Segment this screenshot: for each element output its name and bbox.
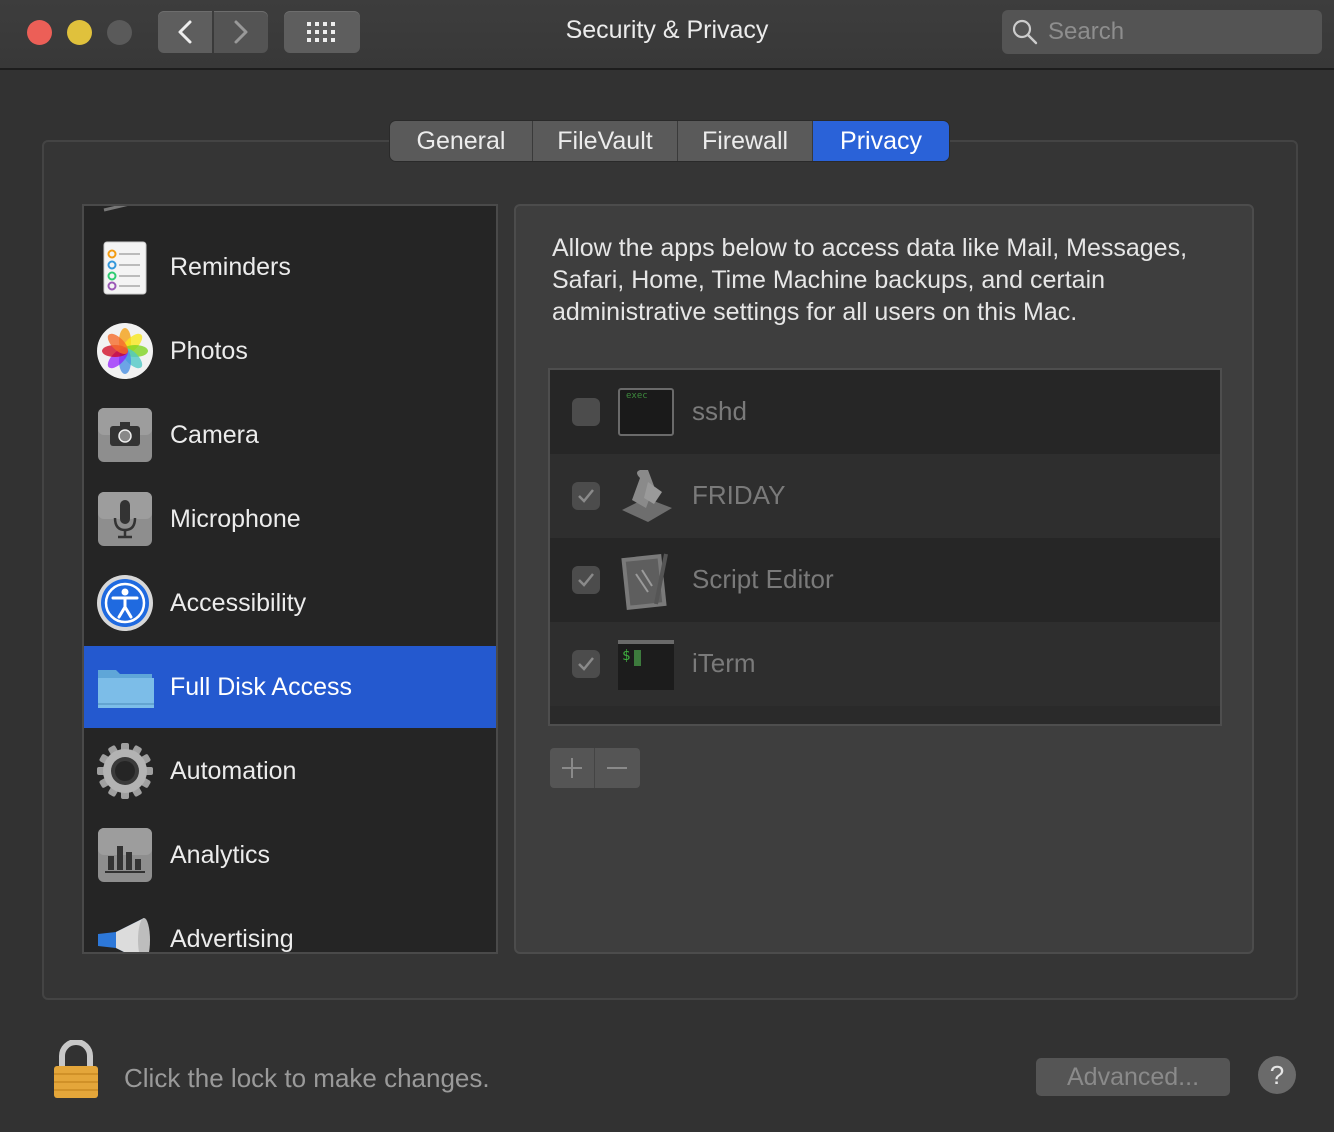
tab-filevault[interactable]: FileVault [533, 121, 678, 161]
app-name: sshd [692, 396, 747, 426]
app-row-script-editor[interactable]: Script Editor [550, 538, 1220, 622]
accessibility-icon [97, 575, 153, 631]
title-bar: Security & Privacy [0, 0, 1334, 70]
lock-status-text: Click the lock to make changes. [124, 1063, 490, 1093]
app-checkbox[interactable] [572, 566, 600, 594]
exec-icon: exec [618, 388, 674, 436]
search-field[interactable] [1002, 10, 1322, 54]
tab-privacy[interactable]: Privacy [813, 121, 949, 161]
sidebar-item-label: Advertising [170, 924, 294, 953]
checkmark-icon [578, 657, 594, 671]
megaphone-icon [98, 918, 150, 952]
panel-description: Allow the apps below to access data like… [552, 234, 1188, 326]
reminders-icon [103, 241, 147, 295]
script-scroll-icon [622, 470, 672, 522]
minus-icon [607, 767, 627, 769]
sidebar-item-full-disk-access[interactable]: Full Disk Access [84, 646, 496, 728]
remove-app-button[interactable] [594, 748, 639, 788]
microphone-icon [98, 492, 152, 546]
app-name: Script Editor [692, 564, 834, 594]
app-list[interactable]: exec sshd FRIDAY Script Editor $ iTerm [548, 368, 1222, 726]
sidebar-item-microphone[interactable]: Microphone [84, 478, 496, 560]
sidebar-item-label: Full Disk Access [170, 672, 352, 701]
full-disk-access-panel: Allow the apps below to access data like… [514, 204, 1254, 954]
sidebar-item-label: Microphone [170, 504, 301, 533]
plus-icon [562, 758, 582, 778]
sidebar-item-photos[interactable]: Photos [84, 310, 496, 392]
app-row-sshd[interactable]: exec sshd [550, 370, 1220, 454]
sidebar-item-automation[interactable]: Automation [84, 730, 496, 812]
app-checkbox[interactable] [572, 398, 600, 426]
app-name: FRIDAY [692, 480, 786, 510]
list-item-partial-icon [103, 206, 128, 212]
exec-icon-label: exec [626, 391, 648, 401]
add-app-button[interactable] [550, 748, 594, 788]
gear-icon [97, 743, 153, 799]
folder-icon [98, 670, 154, 708]
search-icon [1012, 19, 1038, 45]
tab-firewall[interactable]: Firewall [678, 121, 813, 161]
sidebar-item-label: Reminders [170, 252, 291, 281]
lock-icon[interactable] [50, 1040, 102, 1100]
checkmark-icon [578, 573, 594, 587]
sidebar-item-advertising[interactable]: Advertising [84, 898, 496, 953]
sidebar-item-label: Analytics [170, 840, 271, 869]
add-remove-buttons [550, 748, 640, 788]
iterm-icon: $ [618, 640, 674, 690]
sidebar-item-label: Camera [170, 420, 259, 449]
app-name: iTerm [692, 648, 756, 678]
sidebar-item-camera[interactable]: Camera [84, 394, 496, 476]
script-editor-icon [621, 553, 668, 610]
sidebar-item-accessibility[interactable]: Accessibility [84, 562, 496, 644]
app-checkbox[interactable] [572, 650, 600, 678]
photos-icon [97, 323, 153, 379]
tab-bar: General FileVault Firewall Privacy [390, 121, 949, 161]
tab-general[interactable]: General [390, 121, 533, 161]
analytics-icon [98, 828, 152, 882]
sidebar-item-analytics[interactable]: Analytics [84, 814, 496, 896]
app-checkbox[interactable] [572, 482, 600, 510]
iterm-prompt: $ [622, 648, 631, 664]
privacy-category-list[interactable]: Reminders Photos Camera Microphone Acces… [82, 204, 498, 954]
search-input[interactable] [1046, 17, 1310, 47]
preferences-window: Security & Privacy General FileVault Fir… [0, 0, 1334, 1132]
advanced-button[interactable]: Advanced... [1036, 1058, 1230, 1096]
app-row-iterm[interactable]: $ iTerm [550, 622, 1220, 706]
camera-icon [98, 408, 152, 462]
sidebar-item-label: Automation [170, 756, 297, 785]
checkmark-icon [578, 489, 594, 503]
sidebar-item-reminders[interactable]: Reminders [84, 226, 496, 308]
help-button[interactable]: ? [1258, 1056, 1296, 1094]
iterm-cursor [634, 650, 641, 666]
sidebar-item-label: Photos [170, 336, 248, 365]
sidebar-item-label: Accessibility [170, 588, 307, 617]
app-row-friday[interactable]: FRIDAY [550, 454, 1220, 538]
